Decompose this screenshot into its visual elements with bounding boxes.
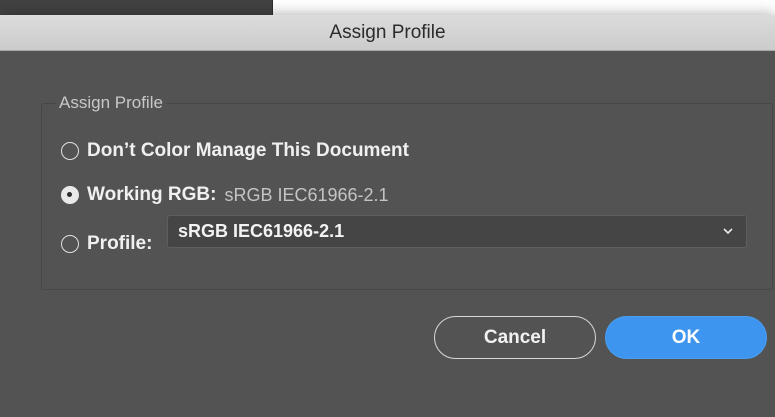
- dialog-title: Assign Profile: [329, 22, 446, 43]
- option-label: Working RGB:: [87, 184, 217, 205]
- radio-unchecked-icon[interactable]: [61, 235, 79, 253]
- option-label: Profile:: [87, 233, 153, 254]
- screen: Assign Profile Assign Profile Don’t Colo…: [0, 0, 775, 417]
- radio-checked-icon[interactable]: [61, 186, 79, 204]
- working-rgb-value: sRGB IEC61966-2.1: [224, 184, 389, 205]
- cancel-button[interactable]: Cancel: [434, 316, 596, 359]
- option-profile[interactable]: Profile:: [61, 232, 152, 256]
- group-label: Assign Profile: [56, 92, 166, 114]
- option-dont-color-manage[interactable]: Don’t Color Manage This Document: [61, 139, 409, 163]
- profile-select[interactable]: sRGB IEC61966-2.1: [167, 215, 747, 248]
- chevron-down-icon: [723, 228, 733, 235]
- option-label: Don’t Color Manage This Document: [87, 140, 409, 161]
- dialog-titlebar[interactable]: Assign Profile: [0, 15, 775, 51]
- profile-select-value: sRGB IEC61966-2.1: [178, 221, 345, 241]
- radio-unchecked-icon[interactable]: [61, 142, 79, 160]
- ok-button[interactable]: OK: [605, 316, 767, 359]
- option-working-rgb[interactable]: Working RGB: sRGB IEC61966-2.1: [61, 183, 389, 207]
